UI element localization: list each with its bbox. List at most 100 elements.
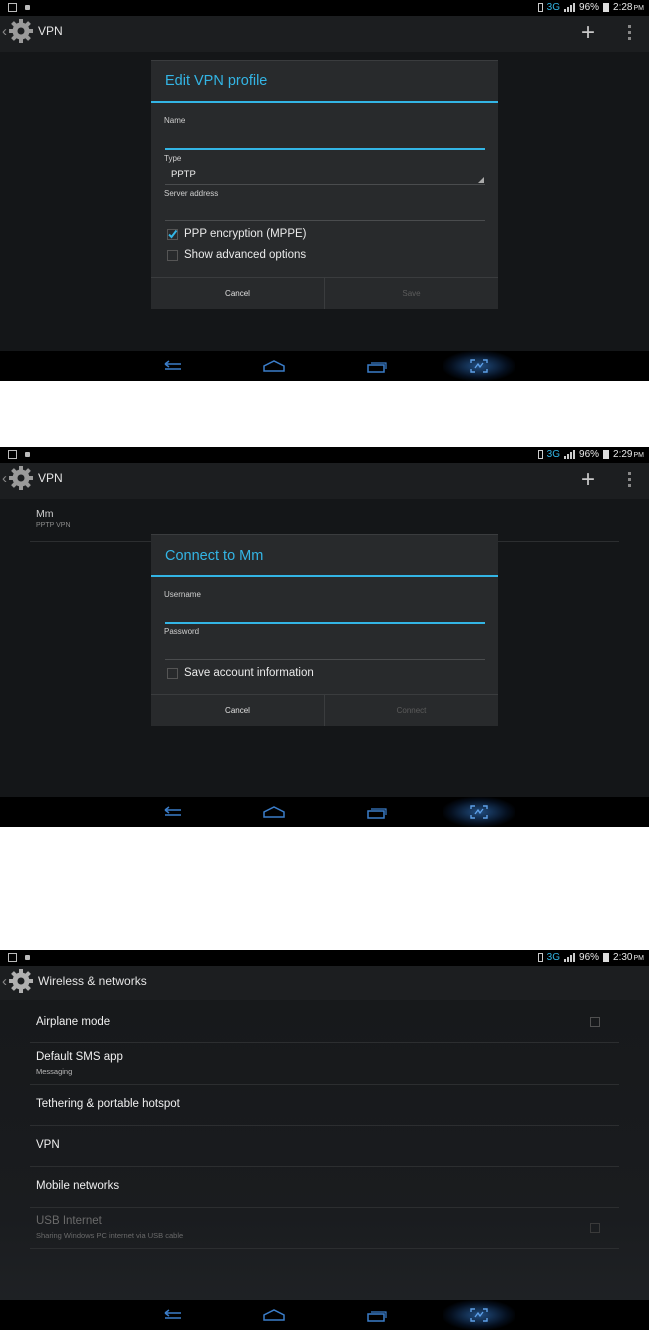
network-type: 3G [546,449,561,460]
usb-internet-description: Sharing Windows PC internet via USB cabl… [36,1231,184,1240]
type-value: PPTP [171,169,196,180]
checkbox-unchecked-icon [167,668,178,679]
save-button[interactable]: Save [324,278,498,309]
username-label: Username [164,590,201,599]
clock: 2:30 [613,952,633,963]
dialog-title-divider [151,575,498,577]
notification-icon [8,3,17,12]
up-button[interactable]: ‹ VPN [2,465,63,491]
vpn-item[interactable]: VPN [30,1126,619,1167]
connect-button[interactable]: Connect [324,695,498,726]
username-field[interactable] [165,622,485,624]
action-bar-title: Wireless & networks [38,974,147,988]
battery-icon [603,3,610,12]
advanced-options-label: Show advanced options [184,249,307,261]
screenshot-icon[interactable] [464,351,494,381]
battery-percent: 96% [579,2,600,13]
sim-icon [537,450,543,459]
sim-icon [537,3,543,12]
status-bar: 3G 96% 2:30PM [0,950,649,966]
clock: 2:28 [613,2,633,13]
action-bar: ‹ VPN + [0,463,649,499]
name-label: Name [164,116,186,125]
clock-ampm: PM [633,5,645,12]
settings-gear-icon [9,466,33,490]
default-sms-app-value: Messaging [36,1067,73,1076]
cancel-button[interactable]: Cancel [151,695,324,726]
up-caret-icon: ‹ [2,22,7,40]
vpn-profile-type: PPTP VPN [36,522,71,529]
settings-gear-icon [9,969,33,993]
sim-icon [537,953,543,962]
navigation-bar [0,351,649,381]
checkbox-checked-icon [167,229,178,240]
usb-internet-label: USB Internet [36,1215,102,1227]
lock-icon [25,452,30,457]
screenshot-icon[interactable] [464,1300,494,1330]
status-bar: 3G 96% 2:29PM [0,447,649,463]
screenshot-connect-vpn: 3G 96% 2:29PM ‹ VPN + Mm PPTP VPN Connec… [0,447,649,827]
action-bar-title: VPN [38,24,63,38]
clock: 2:29 [613,449,633,460]
screenshot-edit-vpn-profile: 3G 96% 2:28PM ‹ VPN + Edit VPN profile N… [0,0,649,381]
battery-percent: 96% [579,449,600,460]
spinner-arrow-icon [478,177,484,183]
default-sms-app-label: Default SMS app [36,1051,123,1063]
up-button[interactable]: ‹ VPN [2,18,63,44]
airplane-mode-checkbox[interactable] [590,1017,600,1027]
notification-icon [8,450,17,459]
screenshot-icon[interactable] [464,797,494,827]
overflow-menu-icon[interactable] [628,25,631,40]
up-caret-icon: ‹ [2,972,7,990]
recent-apps-icon[interactable] [362,351,392,381]
default-sms-app-item[interactable]: Default SMS app Messaging [30,1043,619,1085]
name-field[interactable] [165,148,485,150]
overflow-menu-icon[interactable] [628,472,631,487]
up-button[interactable]: ‹ Wireless & networks [2,968,147,994]
server-address-label: Server address [164,189,219,198]
recent-apps-icon[interactable] [362,1300,392,1330]
battery-icon [603,953,610,962]
home-icon[interactable] [259,797,289,827]
checkbox-unchecked-icon [167,250,178,261]
home-icon[interactable] [259,1300,289,1330]
signal-icon [564,3,576,12]
dialog-title-divider [151,101,498,103]
recent-apps-icon[interactable] [362,797,392,827]
network-type: 3G [546,2,561,13]
tethering-item[interactable]: Tethering & portable hotspot [30,1085,619,1126]
up-caret-icon: ‹ [2,469,7,487]
server-address-field[interactable] [165,220,485,221]
notification-icon [8,953,17,962]
battery-icon [603,450,610,459]
settings-gear-icon [9,19,33,43]
cancel-button[interactable]: Cancel [151,278,324,309]
back-icon[interactable] [157,797,187,827]
status-bar: 3G 96% 2:28PM [0,0,649,16]
back-icon[interactable] [157,1300,187,1330]
airplane-mode-item[interactable]: Airplane mode [30,1002,619,1043]
password-field[interactable] [165,659,485,660]
vpn-profile-name: Mm [36,508,54,520]
mobile-networks-item[interactable]: Mobile networks [30,1167,619,1208]
dialog-buttons: Cancel Save [151,277,498,309]
add-icon[interactable]: + [581,19,595,47]
ppp-encryption-label: PPP encryption (MPPE) [184,228,307,240]
action-bar: ‹ Wireless & networks [0,966,649,1000]
lock-icon [25,955,30,960]
clock-ampm: PM [633,452,645,459]
type-spinner-underline [165,184,485,185]
clock-ampm: PM [633,955,645,962]
network-type: 3G [546,952,561,963]
back-icon[interactable] [157,351,187,381]
dialog-title: Edit VPN profile [165,73,268,89]
add-icon[interactable]: + [581,466,595,494]
usb-internet-checkbox [590,1223,600,1233]
home-icon[interactable] [259,351,289,381]
dialog-title: Connect to Mm [165,548,264,564]
action-bar: ‹ VPN + [0,16,649,52]
save-account-label: Save account information [184,667,314,679]
action-bar-title: VPN [38,471,63,485]
navigation-bar [0,1300,649,1330]
vpn-label: VPN [36,1139,60,1151]
